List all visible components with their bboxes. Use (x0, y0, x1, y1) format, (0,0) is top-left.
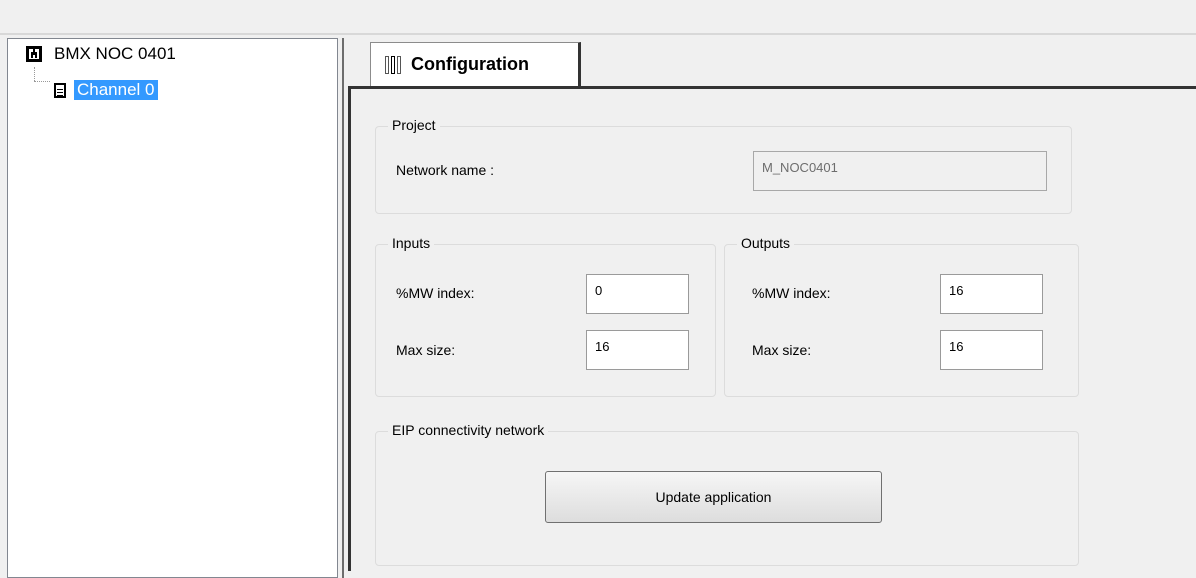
outputs-legend: Outputs (737, 235, 795, 251)
outputs-mw-index-label: %MW index: (752, 285, 831, 301)
outputs-max-size-label: Max size: (752, 342, 812, 358)
tab-configuration[interactable]: Configuration (370, 42, 581, 86)
document-icon (54, 82, 66, 98)
inputs-max-size-field[interactable]: 16 (586, 330, 689, 370)
eip-legend: EIP connectivity network (388, 422, 549, 438)
inputs-legend: Inputs (388, 235, 435, 251)
tab-configuration-label: Configuration (411, 54, 529, 74)
network-name-field[interactable]: M_NOC0401 (753, 151, 1047, 191)
project-tree-panel: BMX NOC 0401 Channel 0 (7, 38, 338, 578)
inputs-group: Inputs %MW index: 0 Max size: 16 (375, 235, 716, 397)
network-name-label: Network name : (396, 162, 495, 178)
inputs-max-size-label: Max size: (396, 342, 456, 358)
configuration-icon (383, 54, 405, 76)
inputs-mw-index-label: %MW index: (396, 285, 475, 301)
top-divider (0, 33, 1196, 35)
tree-connector (34, 81, 50, 82)
panel-splitter-edge (342, 38, 344, 578)
tree-node-channel-label: Channel 0 (74, 80, 158, 100)
project-group: Project Network name : M_NOC0401 (375, 117, 1072, 214)
module-icon (26, 46, 42, 62)
configuration-panel: Project Network name : M_NOC0401 Inputs … (348, 86, 1196, 571)
eip-connectivity-group: EIP connectivity network Update applicat… (375, 422, 1079, 566)
top-toolbar-area (0, 0, 1196, 34)
outputs-mw-index-field[interactable]: 16 (940, 274, 1043, 314)
update-application-button[interactable]: Update application (545, 471, 882, 523)
outputs-max-size-field[interactable]: 16 (940, 330, 1043, 370)
project-legend: Project (388, 117, 440, 133)
tree-connector (34, 67, 35, 81)
tree-node-module[interactable]: BMX NOC 0401 (26, 44, 176, 64)
outputs-group: Outputs %MW index: 16 Max size: 16 (724, 235, 1079, 397)
inputs-mw-index-field[interactable]: 0 (586, 274, 689, 314)
tree-node-channel[interactable]: Channel 0 (54, 80, 158, 100)
tree-node-module-label: BMX NOC 0401 (54, 44, 176, 63)
